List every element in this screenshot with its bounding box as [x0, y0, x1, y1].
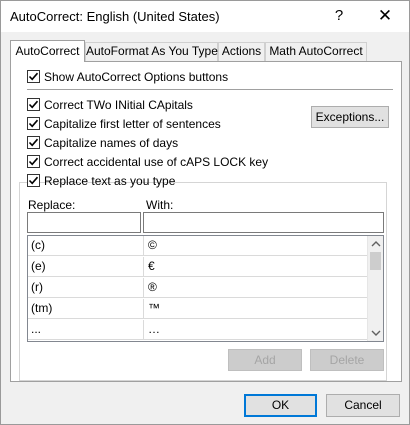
autocorrect-panel: Show AutoCorrect Options buttons Correct… [10, 61, 402, 382]
with-cell: … [148, 322, 160, 336]
two-initial-caps-label: Correct TWo INitial CApitals [44, 98, 193, 112]
dialog-title: AutoCorrect: English (United States) [10, 9, 220, 24]
autocorrect-dialog: AutoCorrect: English (United States) ? ✕… [0, 0, 410, 425]
scroll-up-arrow-icon[interactable] [371, 239, 381, 249]
capitalize-first-letter-label: Capitalize first letter of sentences [44, 117, 221, 131]
replace-cell: (c) [28, 236, 144, 256]
capitalize-days-checkbox[interactable] [27, 136, 40, 149]
replace-cell: (r) [28, 278, 144, 298]
with-label: With: [146, 198, 174, 212]
separator [27, 89, 393, 90]
with-cell: € [148, 259, 155, 273]
close-button[interactable]: ✕ [374, 5, 396, 27]
tab-autoformat-as-you-type[interactable]: AutoFormat As You Type [85, 42, 218, 61]
replace-text-option[interactable]: Replace text as you type [27, 173, 175, 189]
scroll-thumb[interactable] [370, 252, 381, 270]
replace-cell: (e) [28, 257, 144, 277]
ok-button[interactable]: OK [244, 394, 317, 417]
capitalize-first-letter-checkbox[interactable] [27, 117, 40, 130]
list-item[interactable]: (r) ® [28, 278, 368, 298]
replacement-list[interactable]: (c) © (e) € (r) ® (tm) ™ ... … [27, 235, 384, 342]
title-bar: AutoCorrect: English (United States) ? ✕ [1, 1, 409, 32]
replace-text-label: Replace text as you type [44, 174, 176, 188]
list-item[interactable]: (e) € [28, 257, 368, 277]
caps-lock-checkbox[interactable] [27, 155, 40, 168]
capitalize-days-label: Capitalize names of days [44, 136, 179, 150]
tab-actions[interactable]: Actions [218, 42, 265, 61]
help-button[interactable]: ? [331, 6, 347, 26]
add-button[interactable]: Add [228, 349, 302, 371]
tab-autocorrect[interactable]: AutoCorrect [10, 40, 85, 62]
replace-input[interactable] [27, 212, 141, 233]
delete-button[interactable]: Delete [310, 349, 384, 371]
exceptions-button[interactable]: Exceptions... [311, 106, 389, 128]
replace-label: Replace: [28, 198, 76, 212]
show-options-buttons-label: Show AutoCorrect Options buttons [44, 70, 229, 84]
replace-cell: (tm) [28, 299, 144, 319]
show-options-buttons-checkbox[interactable] [27, 70, 40, 83]
with-input[interactable] [143, 212, 384, 233]
cancel-button[interactable]: Cancel [326, 394, 400, 417]
replace-cell: ... [28, 320, 144, 340]
with-cell: © [148, 238, 157, 252]
caps-lock-label: Correct accidental use of cAPS LOCK key [44, 155, 269, 169]
with-cell: ™ [148, 301, 160, 315]
list-item[interactable]: ... … [28, 320, 368, 340]
list-scrollbar[interactable] [367, 236, 383, 341]
two-initial-caps-checkbox[interactable] [27, 98, 40, 111]
list-item[interactable]: (tm) ™ [28, 299, 368, 319]
tab-math-autocorrect[interactable]: Math AutoCorrect [265, 42, 367, 61]
scroll-down-arrow-icon[interactable] [371, 328, 381, 338]
with-cell: ® [148, 280, 157, 294]
replace-text-checkbox[interactable] [27, 174, 40, 187]
list-item[interactable]: (c) © [28, 236, 368, 256]
